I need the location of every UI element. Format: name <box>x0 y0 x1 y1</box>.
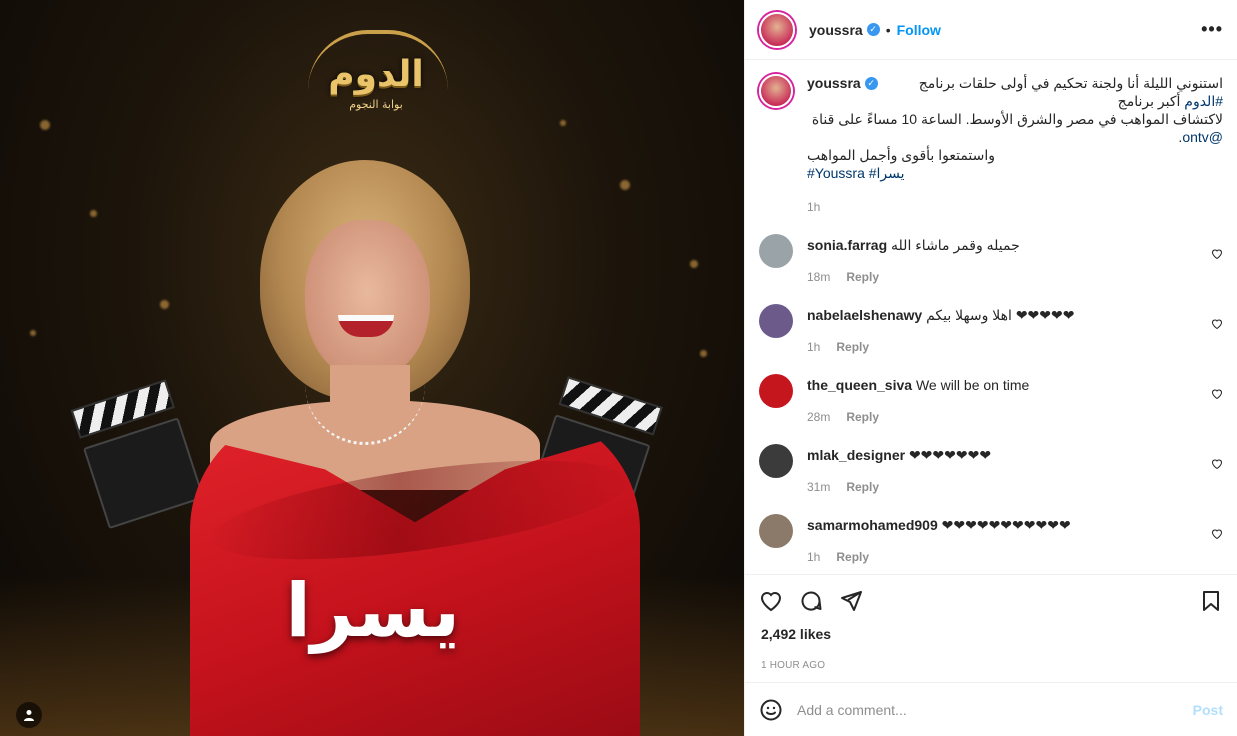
logo-title: الدوم <box>328 54 424 95</box>
bokeh-light <box>690 260 698 268</box>
name-overlay: يسرا <box>285 568 461 654</box>
comment-time: 1h <box>807 550 821 564</box>
post-side-panel: youssra ✓ • Follow ••• youssra ✓ استنوني… <box>744 0 1237 736</box>
hashtag-link[interactable]: #الدوم <box>1184 93 1223 109</box>
reply-button[interactable]: Reply <box>836 548 869 566</box>
caption-line-3: واستمتعوا بأقوى وأجمل المواهب <box>807 147 996 163</box>
comment-username[interactable]: the_queen_siva <box>807 377 912 393</box>
hashtag-link[interactable]: #يسرا <box>869 165 905 181</box>
comment-item: sonia.farrag جميله وقمر ماشاء الله 18m Re… <box>759 234 1223 286</box>
reply-button[interactable]: Reply <box>836 338 869 356</box>
reply-button[interactable]: Reply <box>846 408 879 426</box>
portrait-face <box>305 220 430 380</box>
comment-text: اهلا وسهلا بيكم ❤❤❤❤❤ <box>926 307 1075 323</box>
comment-time: 31m <box>807 480 831 494</box>
user-icon <box>24 710 34 721</box>
caption-text: أكبر برنامج <box>1117 93 1185 109</box>
avatar[interactable] <box>759 514 793 548</box>
more-options-icon[interactable]: ••• <box>1201 19 1223 40</box>
caption: youssra ✓ استنوني الليلة أنا ولجنة تحكيم… <box>759 74 1223 216</box>
comment-body: samarmohamed909 ❤❤❤❤❤❤❤❤❤❤❤ 1h Reply <box>807 514 1223 566</box>
heart-icon[interactable] <box>1211 388 1223 400</box>
caption-time: 1h <box>807 200 821 214</box>
comment-text: ❤❤❤❤❤❤❤❤❤❤❤ <box>941 517 1071 533</box>
caption-username[interactable]: youssra <box>807 74 861 92</box>
caption-text: استنوني الليلة أنا ولجنة تحكيم في أولى ح… <box>918 75 1223 91</box>
add-comment-bar: Post <box>745 682 1237 736</box>
verified-badge-icon: ✓ <box>866 23 880 36</box>
send-icon[interactable] <box>839 589 863 613</box>
comment-body: the_queen_siva We will be on time 28m Rep… <box>807 374 1223 426</box>
comment-item: mlak_designer ❤❤❤❤❤❤❤ 31m Reply <box>759 444 1223 496</box>
comment-time: 1h <box>807 340 821 354</box>
hashtag-link[interactable]: #Youssra <box>807 165 865 181</box>
bookmark-icon[interactable] <box>1199 589 1223 613</box>
comment-username[interactable]: nabelaelshenawy <box>807 307 922 323</box>
tagged-users-button[interactable] <box>16 702 42 728</box>
comment-time: 28m <box>807 410 831 424</box>
separator: • <box>885 21 891 38</box>
comment-username[interactable]: mlak_designer <box>807 447 905 463</box>
emoji-icon[interactable] <box>759 698 783 722</box>
post-comment-button[interactable]: Post <box>1193 702 1223 718</box>
avatar[interactable] <box>759 374 793 408</box>
reply-button[interactable]: Reply <box>846 478 879 496</box>
avatar[interactable] <box>759 11 795 48</box>
comment-body: nabelaelshenawy اهلا وسهلا بيكم ❤❤❤❤❤ 1h… <box>807 304 1223 356</box>
instagram-post-modal: الدوم بوابة النجوم يسرا youssra ✓ • Foll… <box>0 0 1237 736</box>
comment-time: 18m <box>807 270 831 284</box>
header-username[interactable]: youssra <box>809 22 863 38</box>
comment-body: sonia.farrag جميله وقمر ماشاء الله 18m Re… <box>807 234 1223 286</box>
likes-count[interactable]: 2,492 likes <box>745 626 1237 648</box>
bokeh-light <box>90 210 97 217</box>
heart-icon[interactable] <box>1211 528 1223 540</box>
posted-time: 1 HOUR AGO <box>761 659 826 671</box>
caption-hashtags: #Youssra #يسرا <box>807 164 1223 182</box>
mention-link[interactable]: @ontv <box>1182 129 1223 145</box>
avatar[interactable] <box>759 444 793 478</box>
comment-input[interactable] <box>797 701 1179 718</box>
caption-text: لاكتشاف المواهب في مصر والشرق الأوسط. ال… <box>811 111 1223 127</box>
bokeh-light <box>700 350 707 357</box>
heart-icon[interactable] <box>1211 248 1223 260</box>
avatar[interactable] <box>759 304 793 338</box>
action-bar <box>745 574 1237 626</box>
comment-item: nabelaelshenawy اهلا وسهلا بيكم ❤❤❤❤❤ 1h… <box>759 304 1223 356</box>
comment-item: the_queen_siva We will be on time 28m Rep… <box>759 374 1223 426</box>
comment-text: جميله وقمر ماشاء الله <box>891 237 1020 253</box>
comment-username[interactable]: samarmohamed909 <box>807 517 938 533</box>
heart-icon[interactable] <box>1211 318 1223 330</box>
comment-item: samarmohamed909 ❤❤❤❤❤❤❤❤❤❤❤ 1h Reply <box>759 514 1223 566</box>
logo-subtitle: بوابة النجوم <box>349 98 403 111</box>
heart-icon[interactable] <box>1211 458 1223 470</box>
reply-button[interactable]: Reply <box>846 268 879 286</box>
caption-line-2: لاكتشاف المواهب في مصر والشرق الأوسط. ال… <box>807 110 1223 146</box>
bokeh-light <box>560 120 566 126</box>
heart-icon[interactable] <box>759 589 783 613</box>
avatar[interactable] <box>759 234 793 268</box>
comment-text: We will be on time <box>915 377 1030 393</box>
avatar[interactable] <box>759 74 793 108</box>
verified-badge-icon: ✓ <box>864 76 878 90</box>
comment-icon[interactable] <box>799 589 823 613</box>
post-image[interactable]: الدوم بوابة النجوم يسرا <box>0 0 744 736</box>
comment-body: mlak_designer ❤❤❤❤❤❤❤ 31m Reply <box>807 444 1223 496</box>
post-header: youssra ✓ • Follow ••• <box>745 0 1237 60</box>
comments-list[interactable]: youssra ✓ استنوني الليلة أنا ولجنة تحكيم… <box>745 60 1237 574</box>
comment-username[interactable]: sonia.farrag <box>807 237 887 253</box>
bokeh-light <box>40 120 50 130</box>
comment-text: ❤❤❤❤❤❤❤ <box>908 447 992 463</box>
caption-body: youssra ✓ استنوني الليلة أنا ولجنة تحكيم… <box>807 74 1223 216</box>
bokeh-light <box>30 330 36 336</box>
show-logo: الدوم بوابة النجوم <box>296 28 456 118</box>
follow-button[interactable]: Follow <box>897 22 941 38</box>
